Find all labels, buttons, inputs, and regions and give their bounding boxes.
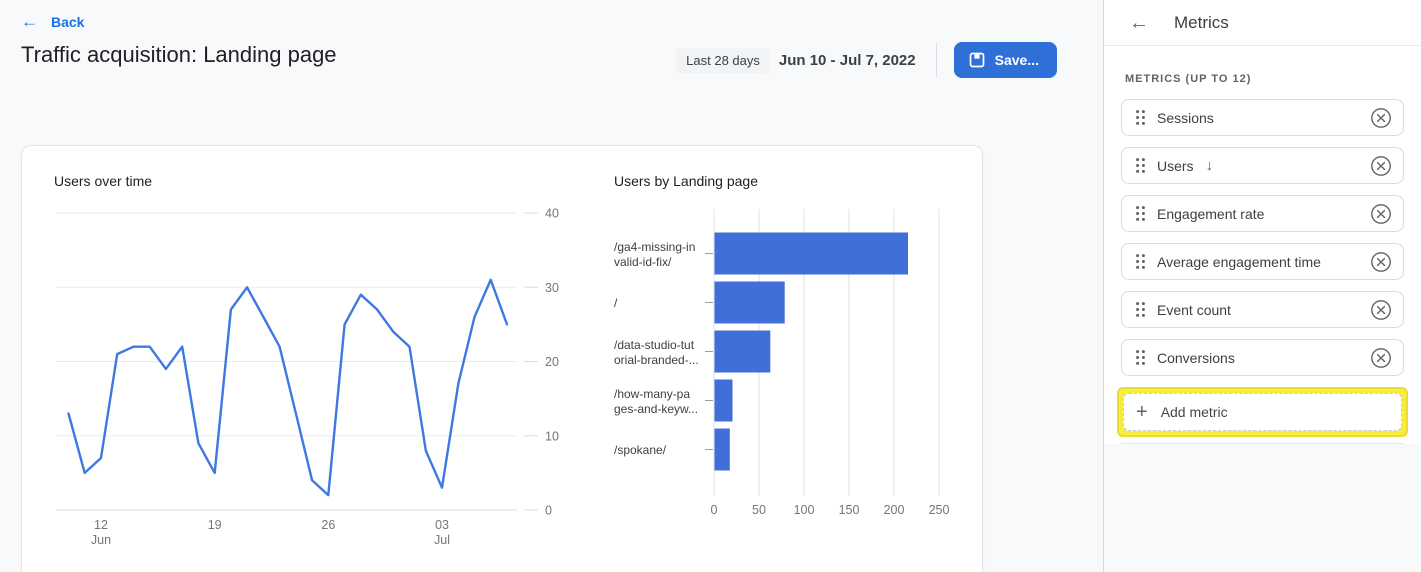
svg-text:/ga4-missing-in: /ga4-missing-in [614,240,695,254]
sort-descending-icon: ↓ [1206,157,1214,174]
svg-text:10: 10 [545,429,559,443]
panel-header: ← Metrics [1104,0,1421,46]
metric-item[interactable]: Engagement rate [1121,195,1404,232]
remove-metric-icon[interactable] [1370,251,1392,273]
metric-item[interactable]: Average engagement time [1121,243,1404,280]
date-preset-badge: Last 28 days [676,48,770,73]
remove-metric-icon[interactable] [1370,299,1392,321]
page-title: Traffic acquisition: Landing page [21,42,337,68]
svg-text:valid-id-fix/: valid-id-fix/ [614,255,672,269]
drag-handle-icon[interactable] [1135,205,1146,222]
svg-text:/how-many-pa: /how-many-pa [614,387,690,401]
svg-text:0: 0 [711,503,718,517]
metric-label: Sessions [1157,110,1214,126]
svg-text:150: 150 [839,503,860,517]
svg-text:0: 0 [545,504,552,518]
drag-handle-icon[interactable] [1135,349,1146,366]
remove-metric-icon[interactable] [1370,203,1392,225]
drag-handle-icon[interactable] [1135,109,1146,126]
users-by-landing-page-chart: 0 50 100 150 200 250/ga4-missing-invalid-id-f… [611,201,986,521]
svg-text:19: 19 [208,518,222,532]
metric-label: Event count [1157,302,1231,318]
svg-text:20: 20 [545,355,559,369]
svg-text:ges-and-keyw...: ges-and-keyw... [614,402,698,416]
plus-icon: + [1136,402,1148,422]
svg-text:orial-branded-...: orial-branded-... [614,353,699,367]
svg-text:40: 40 [545,207,559,221]
svg-text:26: 26 [321,518,335,532]
svg-text:/: / [614,296,618,310]
users-over-time-chart: 0 10 20 30 40 12Jun 19 26 03Jul [41,201,581,566]
back-link-label: Back [51,14,84,30]
drag-handle-icon[interactable] [1135,253,1146,270]
charts-card: Users over time Users by Landing page 0 1… [21,145,983,572]
metric-label: Conversions [1157,350,1235,366]
panel-empty-area [1104,444,1421,572]
header-right-controls: Last 28 days Jun 10 - Jul 7, 2022 Save..… [676,42,1057,78]
back-link[interactable]: ← Back [21,13,84,30]
svg-text:/spokane/: /spokane/ [614,443,667,457]
metric-label: Engagement rate [1157,206,1264,222]
svg-text:50: 50 [752,503,766,517]
svg-text:12: 12 [94,518,108,532]
metric-label: Average engagement time [1157,254,1321,270]
drag-handle-icon[interactable] [1135,157,1146,174]
drag-handle-icon[interactable] [1135,301,1146,318]
save-floppy-icon [969,52,985,68]
remove-metric-icon[interactable] [1370,107,1392,129]
line-chart-title: Users over time [54,173,152,189]
svg-text:200: 200 [884,503,905,517]
svg-text:100: 100 [794,503,815,517]
metrics-section-label: METRICS (UP TO 12) [1125,73,1400,85]
svg-text:250: 250 [929,503,950,517]
metric-item[interactable]: Event count [1121,291,1404,328]
svg-text:/data-studio-tut: /data-studio-tut [614,338,695,352]
header-divider [936,43,937,77]
add-metric-highlight: + Add metric [1117,387,1408,437]
metric-list: Sessions Users ↓ Engagement rate [1121,99,1404,376]
svg-text:30: 30 [545,281,559,295]
metrics-panel: ← Metrics METRICS (UP TO 12) Sessions Us… [1103,0,1421,572]
panel-body: METRICS (UP TO 12) Sessions Users ↓ [1104,46,1421,444]
remove-metric-icon[interactable] [1370,347,1392,369]
metric-item[interactable]: Sessions [1121,99,1404,136]
panel-back-arrow-icon[interactable]: ← [1129,13,1149,33]
svg-text:Jul: Jul [434,533,450,547]
main-area: ← Back Traffic acquisition: Landing page… [0,0,1103,572]
remove-metric-icon[interactable] [1370,155,1392,177]
back-arrow-icon: ← [21,13,38,30]
date-range-value[interactable]: Jun 10 - Jul 7, 2022 [779,52,916,69]
save-button[interactable]: Save... [954,42,1057,78]
metric-item[interactable]: Users ↓ [1121,147,1404,184]
bar-chart-title: Users by Landing page [614,173,758,189]
add-metric-label: Add metric [1161,404,1228,420]
svg-text:03: 03 [435,518,449,532]
panel-title: Metrics [1174,13,1229,33]
metric-item[interactable]: Conversions [1121,339,1404,376]
add-metric-button[interactable]: + Add metric [1123,393,1402,431]
metric-label: Users [1157,158,1194,174]
svg-text:Jun: Jun [91,533,111,547]
save-button-label: Save... [995,52,1039,68]
app-root: ← Back Traffic acquisition: Landing page… [0,0,1421,572]
